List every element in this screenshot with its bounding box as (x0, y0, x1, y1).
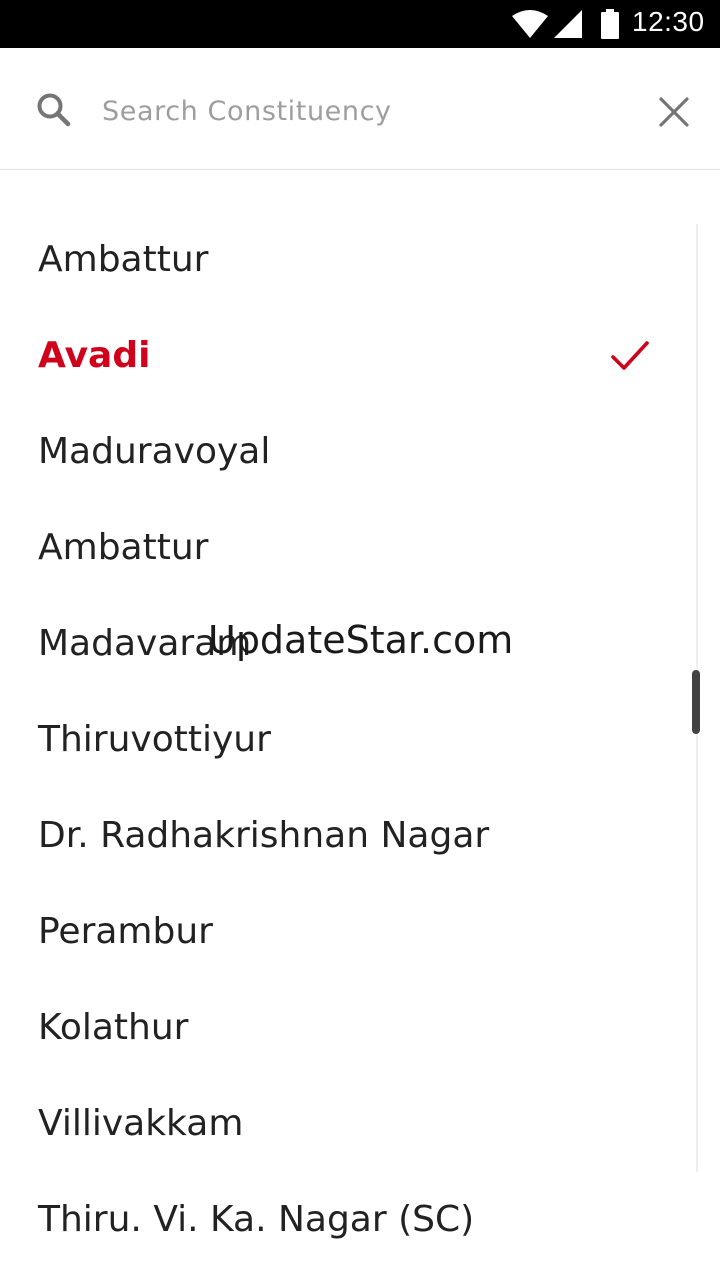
clear-search-button[interactable] (652, 90, 696, 134)
list-item-selected[interactable]: Avadi (0, 309, 700, 405)
list-item-label: Kolathur (38, 1007, 189, 1048)
list-item[interactable]: Villivakkam (0, 1077, 700, 1173)
watermark: UpdateStar.com (208, 618, 514, 662)
list-item[interactable]: Kolathur (0, 981, 700, 1077)
list-item[interactable]: Maduravoyal (0, 405, 700, 501)
constituency-list: Ambattur Avadi Maduravoyal Ambattur Mada… (0, 213, 700, 1269)
list-item-label: Maduravoyal (38, 431, 271, 472)
list-item-label: Perambur (38, 911, 213, 952)
status-time: 12:30 (632, 6, 705, 37)
scrollbar-thumb[interactable] (692, 670, 700, 734)
list-item-label: Dr. Radhakrishnan Nagar (38, 815, 490, 856)
list-item[interactable]: Dr. Radhakrishnan Nagar (0, 789, 700, 885)
list-item[interactable]: Ambattur (0, 213, 700, 309)
list-item-label: Avadi (38, 335, 151, 376)
list-item[interactable]: Thiru. Vi. Ka. Nagar (SC) (0, 1173, 700, 1269)
list-item-label: Thiru. Vi. Ka. Nagar (SC) (38, 1199, 475, 1240)
list-item[interactable]: Perambur (0, 885, 700, 981)
list-item-label: Thiruvottiyur (38, 719, 271, 760)
list-item-label: Ambattur (38, 527, 209, 568)
list-item-label: Villivakkam (38, 1103, 244, 1144)
battery-icon (600, 9, 620, 43)
list-item-label: Ambattur (38, 239, 209, 280)
status-bar: 12:30 (0, 0, 720, 48)
search-icon (36, 92, 72, 132)
list-item[interactable]: Ambattur (0, 501, 700, 597)
wifi-icon (512, 10, 548, 42)
close-icon (652, 97, 696, 138)
search-input[interactable] (102, 88, 622, 134)
check-icon (610, 339, 650, 377)
signal-icon (554, 10, 582, 42)
list-item[interactable]: Thiruvottiyur (0, 693, 700, 789)
search-header (0, 48, 720, 170)
